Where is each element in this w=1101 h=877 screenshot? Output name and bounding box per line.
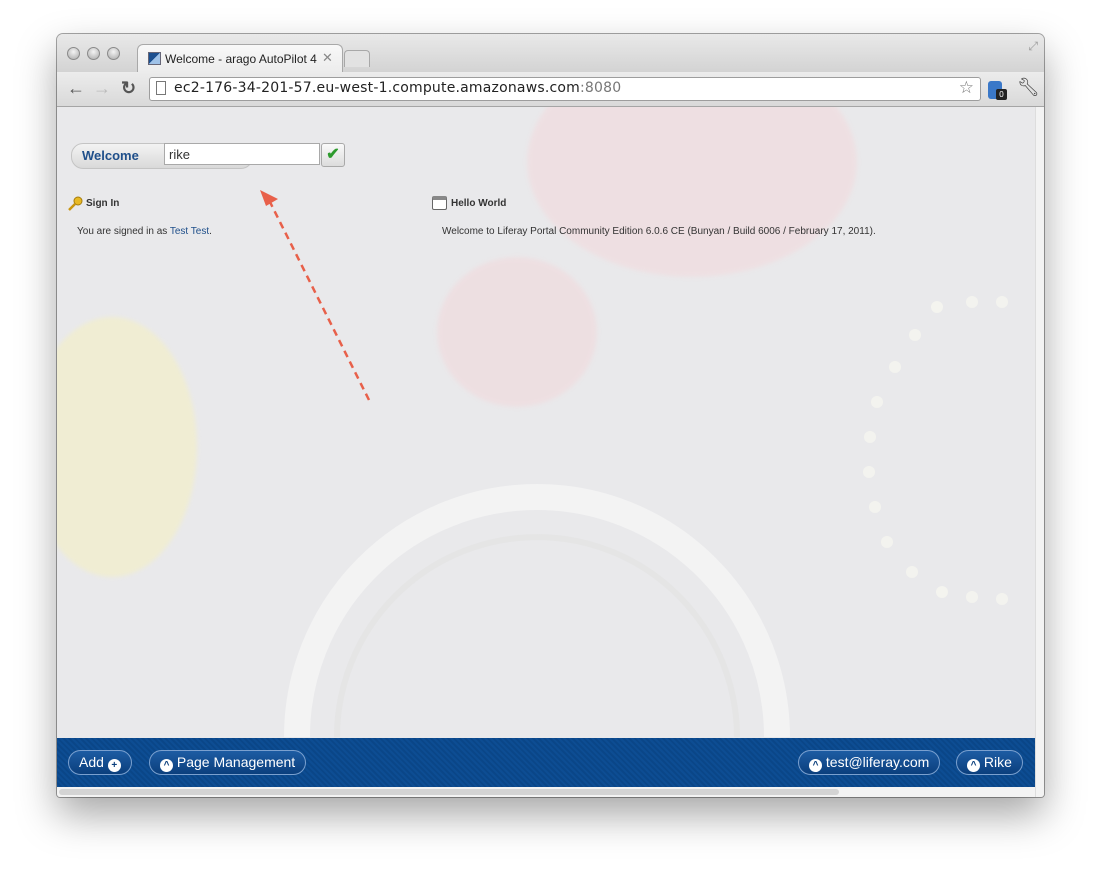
page-name-input[interactable] <box>164 143 320 165</box>
user-name-button[interactable]: ^ Rike <box>956 750 1023 775</box>
hello-world-title: Hello World <box>451 198 507 209</box>
sign-in-prefix: You are signed in as <box>77 226 170 237</box>
reload-icon[interactable]: ↻ <box>121 78 136 98</box>
key-icon <box>68 196 83 211</box>
background-gear-svg <box>260 190 1008 738</box>
forward-icon[interactable]: → <box>93 78 111 98</box>
zoom-window-button[interactable] <box>107 47 120 60</box>
extension-badge: 0 <box>996 89 1007 100</box>
horizontal-scrollbar[interactable] <box>57 787 1035 797</box>
address-bar[interactable]: ec2-176-34-201-57.eu-west-1.compute.amaz… <box>149 77 981 101</box>
url-port: :8080 <box>580 80 622 96</box>
annotation-arrow-line <box>268 201 371 401</box>
save-page-name-button[interactable]: ✔ <box>321 143 345 167</box>
close-window-button[interactable] <box>67 47 80 60</box>
back-icon[interactable]: ← <box>67 78 85 98</box>
sign-in-title: Sign In <box>86 198 120 209</box>
signed-in-user-link[interactable]: Test Test <box>170 226 209 237</box>
plus-icon: + <box>107 759 121 772</box>
tab-close-icon[interactable]: ✕ <box>322 50 333 66</box>
browser-toolbar: ← → ↻ ec2-176-34-201-57.eu-west-1.comput… <box>57 72 1044 107</box>
url-text: ec2-176-34-201-57.eu-west-1.compute.amaz… <box>174 80 621 96</box>
page-management-button[interactable]: ^ Page Management <box>149 750 307 775</box>
browser-tab[interactable]: Welcome - arago AutoPilot 4 ✕ <box>137 44 343 73</box>
chevron-up-icon: ^ <box>809 759 822 772</box>
hello-world-text: Welcome to Liferay Portal Community Edit… <box>442 226 876 237</box>
page-icon <box>156 81 166 95</box>
page-content: Welcome ✔ Sign In You are signed in as T… <box>57 107 1035 738</box>
url-host: ec2-176-34-201-57.eu-west-1.compute.amaz… <box>174 80 581 96</box>
new-tab-button[interactable] <box>344 50 370 67</box>
portlet-window-icon <box>432 196 447 210</box>
bookmark-star-icon[interactable]: ☆ <box>959 78 974 98</box>
chevron-up-icon: ^ <box>160 759 173 772</box>
chevron-up-icon: ^ <box>967 759 980 772</box>
favicon-icon <box>148 52 161 65</box>
add-button[interactable]: Add + <box>68 750 132 775</box>
sign-in-status: You are signed in as Test Test. <box>77 226 212 237</box>
wrench-icon[interactable]: 🔧︎ <box>1017 77 1040 98</box>
annotation-arrow-head <box>260 190 278 206</box>
user-email-button[interactable]: ^ test@liferay.com <box>798 750 941 775</box>
vertical-scrollbar[interactable] <box>1035 107 1044 797</box>
browser-window: Welcome - arago AutoPilot 4 ✕ ⤢ ← → ↻ ec… <box>57 34 1044 797</box>
horizontal-scrollbar-thumb[interactable] <box>59 789 839 795</box>
sign-in-suffix: . <box>209 226 212 237</box>
user-name-label: Rike <box>983 754 1012 770</box>
page-title: Welcome <box>82 148 139 163</box>
dockbar: Add + ^ Page Management ^ test@liferay.c… <box>57 738 1035 787</box>
fullscreen-icon[interactable]: ⤢ <box>1028 39 1038 54</box>
minimize-window-button[interactable] <box>87 47 100 60</box>
title-bar: Welcome - arago AutoPilot 4 ✕ ⤢ <box>57 34 1044 73</box>
add-label: Add <box>79 754 104 770</box>
tab-title: Welcome - arago AutoPilot 4 <box>165 52 317 66</box>
checkmark-icon: ✔ <box>326 146 340 163</box>
user-email-label: test@liferay.com <box>825 754 930 770</box>
page-management-label: Page Management <box>176 754 296 770</box>
